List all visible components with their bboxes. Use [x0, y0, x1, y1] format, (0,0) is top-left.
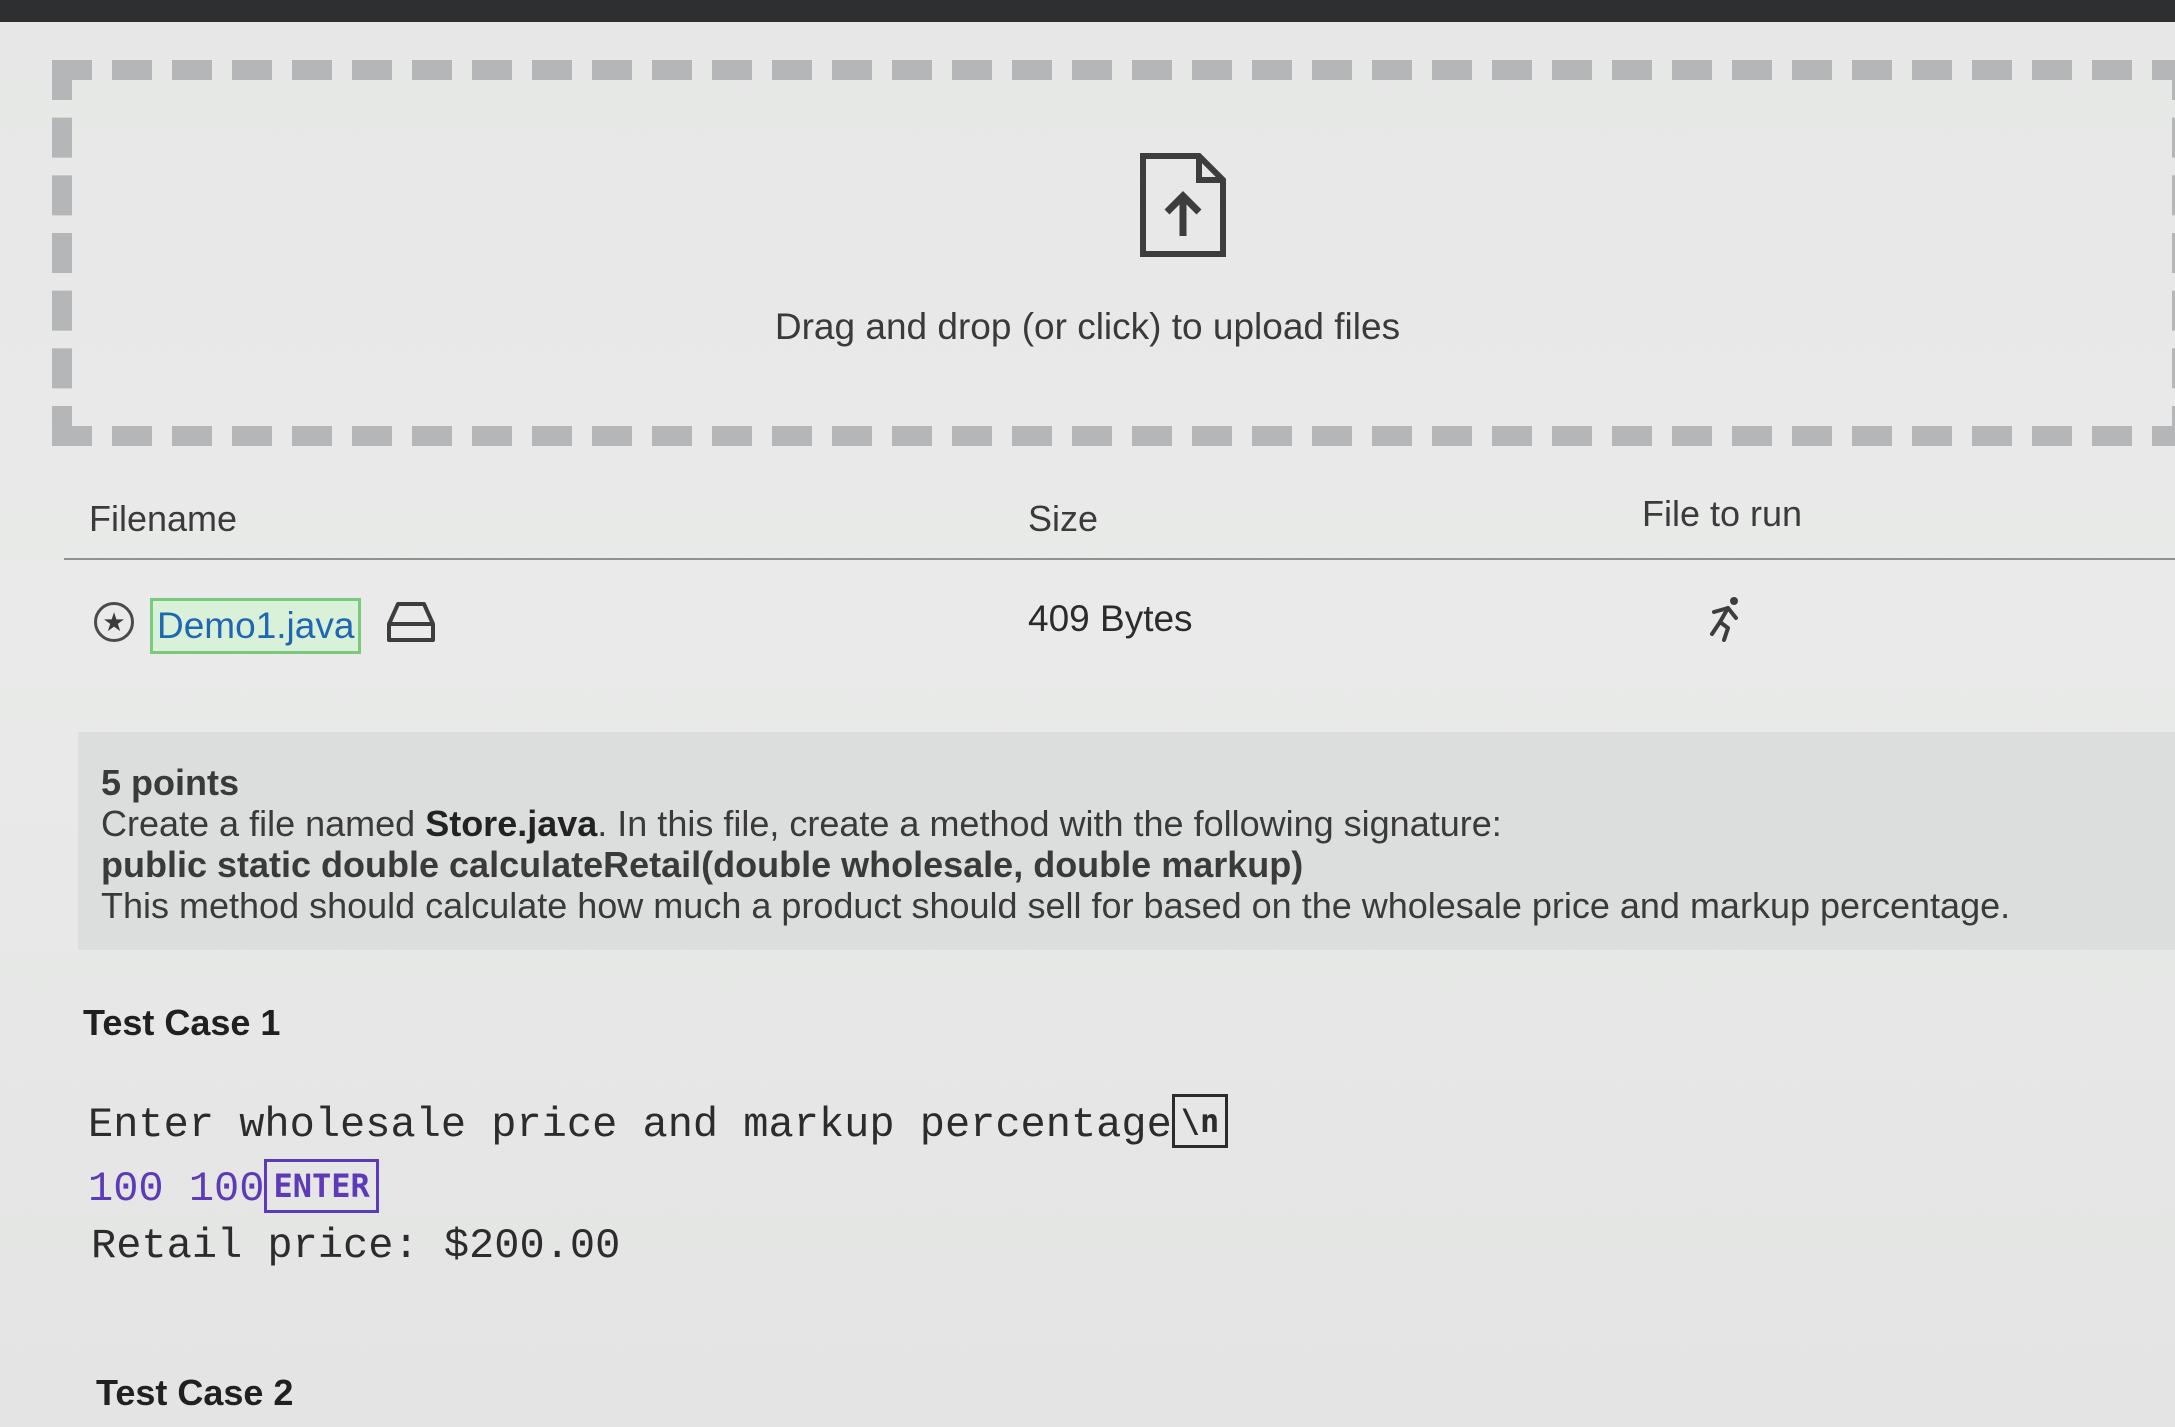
- column-header-size: Size: [1028, 498, 1099, 539]
- upload-dropzone[interactable]: [52, 60, 2175, 446]
- prompt-text: Enter wholesale price and markup percent…: [88, 1101, 1172, 1150]
- description-line: Create a file named Store.java. In this …: [101, 803, 2175, 844]
- input-text: 100 100: [88, 1165, 265, 1214]
- file-link[interactable]: Demo1.java: [150, 598, 362, 654]
- file-upload-icon: [1140, 153, 1226, 257]
- newline-marker: \n: [1171, 1094, 1229, 1148]
- test-case-2-title: Test Case 2: [96, 1372, 294, 1413]
- window-top-bar: [0, 0, 2175, 22]
- file-size: 409 Bytes: [1028, 598, 1193, 639]
- description-line: This method should calculate how much a …: [101, 885, 2011, 926]
- table-row: ★ Demo1.java 409 Bytes: [0, 588, 2175, 654]
- method-signature: public static double calculateRetail(dou…: [101, 844, 1304, 885]
- test-case-prompt: Enter wholesale price and markup percent…: [88, 1094, 1229, 1152]
- upload-text-label: Drag and drop (or click) to upload files: [774, 306, 1401, 347]
- test-case-1-title: Test Case 1: [83, 1002, 281, 1043]
- run-icon[interactable]: [1700, 594, 1744, 644]
- test-case-output: Retail price: $200.00: [91, 1222, 621, 1270]
- description-text: Create a file named: [101, 803, 426, 844]
- assignment-description: 5 points Create a file named Store.java.…: [78, 732, 2175, 950]
- drive-icon[interactable]: [386, 600, 436, 646]
- header-divider: [64, 558, 2175, 560]
- description-text: . In this file, create a method with the…: [597, 803, 1502, 844]
- star-icon[interactable]: ★: [94, 602, 134, 642]
- upload-instructions[interactable]: Drag and drop (or click) to upload files: [0, 306, 2175, 348]
- column-header-filename: Filename: [89, 498, 238, 539]
- column-header-file-to-run: File to run: [1642, 493, 1803, 534]
- test-case-input: 100 100 ENTER: [88, 1159, 379, 1216]
- required-filename: Store.java: [425, 803, 598, 844]
- points-label: 5 points: [101, 762, 240, 803]
- enter-key-marker: ENTER: [264, 1159, 379, 1213]
